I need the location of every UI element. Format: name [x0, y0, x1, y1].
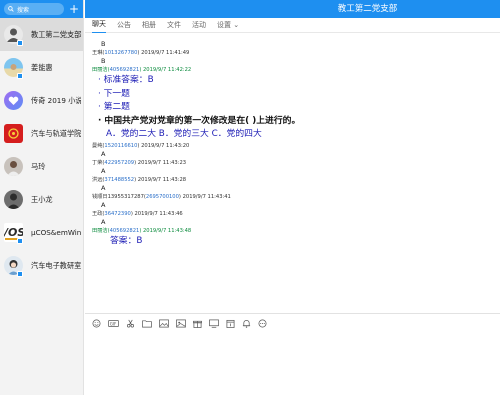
group-badge-icon — [17, 40, 23, 46]
search-placeholder: 搜索 — [17, 6, 30, 14]
message-time: ) 2019/9/7 11:43:46 — [130, 210, 183, 217]
message-list[interactable]: B 王琳(1013267780) 2019/9/7 11:41:49 B 田丽洁… — [85, 40, 500, 313]
sender-id-link[interactable]: 36472390 — [104, 211, 130, 217]
input-divider — [85, 313, 500, 314]
message-text: · 中国共产党对党章的第一次修改是在( )上进行的。 — [98, 115, 301, 126]
tab-activity[interactable]: 活动 — [192, 18, 206, 33]
screen-icon[interactable] — [209, 319, 219, 328]
conversation-item[interactable]: 姜能惠 — [0, 51, 83, 84]
folder-icon[interactable] — [142, 319, 152, 328]
message-text: A — [101, 201, 106, 209]
calendar-icon[interactable] — [226, 319, 235, 328]
sender-name: 丁荣( — [92, 159, 105, 166]
sender-name: 曼纯( — [92, 142, 105, 149]
message-text: · 标准答案：B — [98, 75, 154, 85]
image-icon[interactable] — [159, 319, 169, 328]
message-text: B — [101, 57, 106, 65]
tab-album[interactable]: 相册 — [142, 18, 156, 33]
window-title: 教工第二党支部 — [85, 0, 500, 18]
conversation-item[interactable]: 传奇 2019 小说 — [0, 84, 83, 117]
gift-icon[interactable] — [193, 319, 202, 328]
group-badge-icon — [17, 238, 23, 244]
gif-icon[interactable]: GIF — [108, 319, 119, 328]
message-text: A — [101, 167, 106, 175]
message-text: A．党的二大 B．党的三大 C．党的四大 — [106, 129, 262, 139]
message-time: ) 2019/9/7 11:41:49 — [137, 49, 190, 56]
avatar — [4, 124, 23, 143]
emoji-icon[interactable] — [92, 319, 101, 328]
group-badge-icon — [17, 271, 23, 277]
conversation-name: 汽车与轨道学院 — [31, 128, 81, 138]
conversation-item[interactable]: 马玲 — [0, 150, 83, 183]
conversation-name: 教工第二党支部 — [31, 29, 81, 39]
message-header: 洪远(371488552) 2019/9/7 11:43:28 — [92, 176, 500, 185]
scissors-icon[interactable] — [126, 319, 135, 328]
message-text: A — [101, 218, 106, 226]
sender-name: 洪远( — [92, 176, 105, 183]
message-header: 丁荣(422957209) 2019/9/7 11:43:23 — [92, 159, 500, 168]
message-time: ) 2019/9/7 11:43:28 — [134, 176, 187, 183]
sidebar: 搜索 + 教工第二党支部 姜能惠 传奇 2019 小说 汽车与轨道学院 马玲 王… — [0, 0, 84, 395]
search-icon — [8, 6, 14, 12]
message-time: ) 2019/9/7 11:43:20 — [137, 142, 190, 149]
message-header: 钱顺日13955317287(2695700100) 2019/9/7 11:4… — [92, 193, 500, 202]
sender-id-link[interactable]: 1520116610 — [104, 143, 137, 149]
conversation-name: 姜能惠 — [31, 62, 53, 72]
message-time: ) 2019/9/7 11:43:41 — [178, 193, 231, 200]
conversation-item[interactable]: 汽车电子教研室 — [0, 249, 83, 282]
sender-name: 钱顺日13955317287( — [92, 193, 146, 200]
message-header: 田丽洁(405692821) 2019/9/7 11:42:22 — [92, 66, 500, 75]
message-text: B — [101, 40, 106, 48]
message-time: ) 2019/9/7 11:42:22 — [139, 66, 192, 73]
tab-settings[interactable]: 设置 ⌄ — [217, 18, 239, 33]
sender-name: 田丽洁( — [92, 227, 110, 234]
conversation-name: 王小龙 — [31, 194, 53, 204]
message-header: 曼纯(1520116610) 2019/9/7 11:43:20 — [92, 142, 500, 151]
avatar — [4, 157, 23, 176]
sender-name: 王琳( — [92, 49, 105, 56]
message-time: ) 2019/9/7 11:43:23 — [134, 159, 187, 166]
sidebar-header: 搜索 + — [0, 0, 83, 18]
message-time: ) 2019/9/7 11:43:48 — [139, 227, 192, 234]
sender-id-link[interactable]: 1013267780 — [104, 50, 137, 56]
tab-chat[interactable]: 聊天 — [92, 17, 106, 33]
conversation-name: 马玲 — [31, 161, 46, 171]
message-header: 田丽洁(405692821) 2019/9/7 11:43:48 — [92, 227, 500, 236]
message-text: 答案：B — [110, 236, 143, 246]
sender-id-link[interactable]: 405692821 — [110, 67, 140, 73]
conversation-item[interactable]: 王小龙 — [0, 183, 83, 216]
conversation-item[interactable]: 教工第二党支部 — [0, 18, 83, 51]
conversation-name: μCOS&emWin — [31, 228, 81, 237]
avatar — [4, 91, 23, 110]
group-badge-icon — [17, 73, 23, 79]
chat-window: 教工第二党支部 聊天 公告 相册 文件 活动 设置 ⌄ B 王琳(1013267… — [85, 0, 500, 395]
sender-name: 王政( — [92, 210, 105, 217]
conversation-name: 汽车电子教研室 — [31, 260, 81, 270]
message-text: · 下一题 — [98, 88, 130, 99]
svg-text:GIF: GIF — [110, 321, 117, 326]
tab-announcement[interactable]: 公告 — [117, 18, 131, 33]
sender-id-link[interactable]: 422957209 — [104, 160, 134, 166]
sender-id-link[interactable]: 2695700100 — [146, 194, 179, 200]
conversation-name: 传奇 2019 小说 — [31, 95, 81, 105]
sender-name: 田丽洁( — [92, 66, 110, 73]
message-text: A — [101, 184, 106, 192]
sender-id-link[interactable]: 371488552 — [104, 177, 134, 183]
tab-files[interactable]: 文件 — [167, 18, 181, 33]
message-text: · 第二题 — [98, 102, 130, 112]
message-header: 王琳(1013267780) 2019/9/7 11:41:49 — [92, 49, 500, 58]
conversation-item[interactable]: /OS μCOS&emWin — [0, 216, 83, 249]
input-toolbar: GIF — [92, 318, 274, 328]
sender-id-link[interactable]: 405692821 — [110, 228, 140, 234]
picture-icon[interactable] — [176, 319, 186, 328]
message-header: 王政(36472390) 2019/9/7 11:43:46 — [92, 210, 500, 219]
search-input[interactable]: 搜索 — [4, 3, 64, 15]
conversation-item[interactable]: 汽车与轨道学院 — [0, 117, 83, 150]
add-button[interactable]: + — [69, 3, 79, 15]
avatar — [4, 190, 23, 209]
more-icon[interactable] — [258, 319, 267, 328]
tab-bar: 聊天 公告 相册 文件 活动 设置 ⌄ — [85, 18, 500, 33]
message-text: A — [101, 150, 106, 158]
bell-icon[interactable] — [242, 319, 251, 328]
